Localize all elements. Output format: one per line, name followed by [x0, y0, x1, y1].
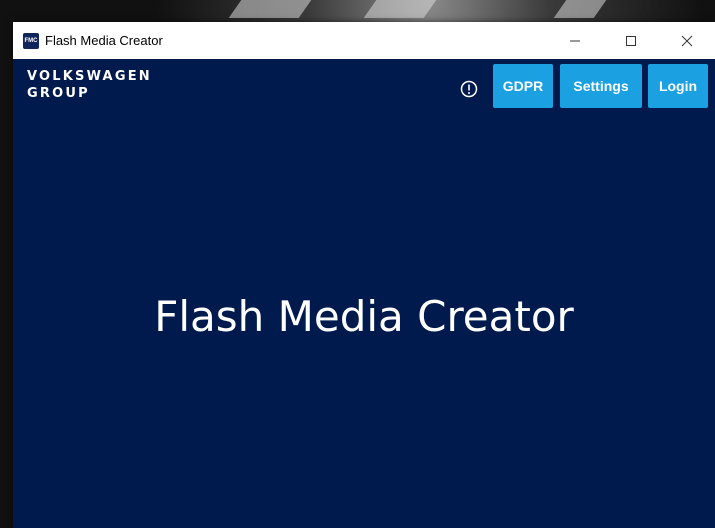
minimize-button[interactable] [547, 22, 603, 59]
close-button[interactable] [659, 22, 715, 59]
app-header: VOLKSWAGEN GROUP GDPR Settings Login [13, 59, 715, 109]
login-button[interactable]: Login [648, 64, 708, 108]
brand-line-2: GROUP [27, 86, 90, 101]
desktop-streak [228, 0, 312, 18]
volkswagen-group-logo: VOLKSWAGEN GROUP [27, 68, 152, 102]
app-window: FMC Flash Media Creator VOLKSWAGEN GROUP… [13, 22, 715, 528]
main-title: Flash Media Creator [154, 292, 574, 341]
info-circle-icon[interactable] [460, 80, 478, 98]
minimize-icon [570, 40, 580, 41]
app-icon: FMC [23, 32, 39, 49]
window-controls [547, 22, 715, 59]
window-title: Flash Media Creator [45, 33, 163, 48]
brand-line-1: VOLKSWAGEN [27, 69, 152, 84]
gdpr-button[interactable]: GDPR [493, 64, 553, 108]
title-bar[interactable]: FMC Flash Media Creator [13, 22, 715, 59]
desktop-streak [363, 0, 437, 18]
maximize-icon [626, 35, 636, 46]
maximize-button[interactable] [603, 22, 659, 59]
settings-button[interactable]: Settings [560, 64, 642, 108]
close-icon [681, 35, 693, 46]
